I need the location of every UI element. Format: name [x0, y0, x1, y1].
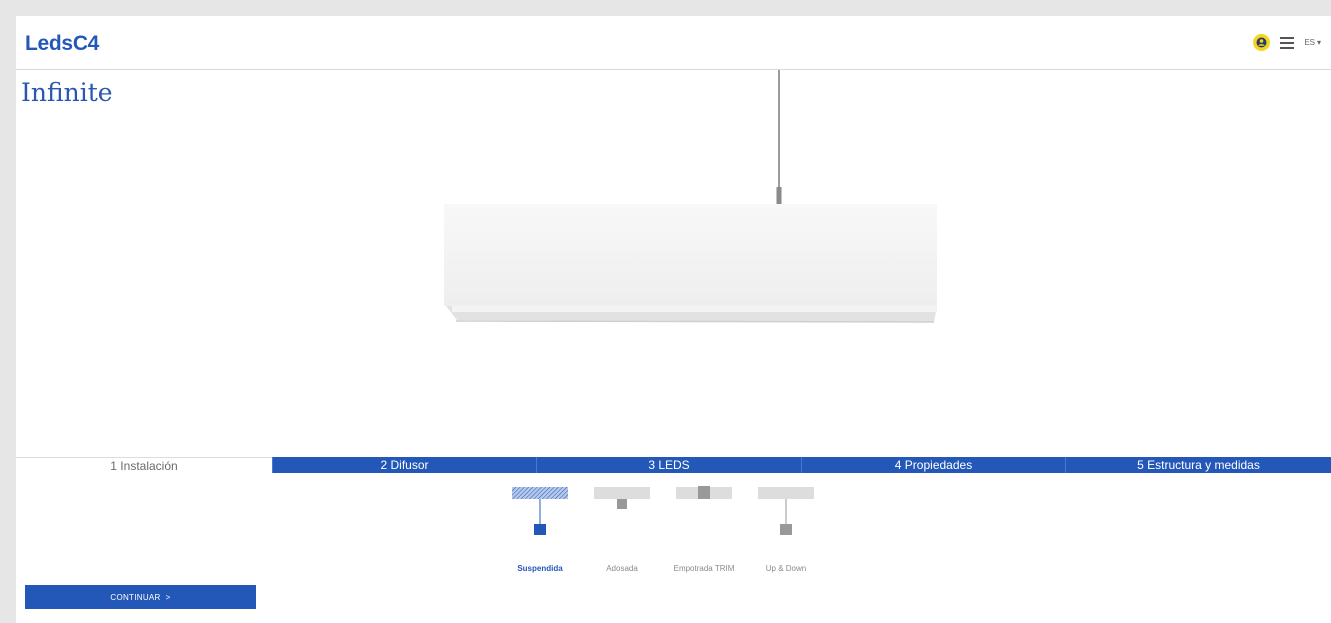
hamburger-menu-icon[interactable]: [1280, 36, 1295, 49]
top-actions: ES ▾: [1253, 34, 1321, 51]
tab-leds[interactable]: 3 LEDS: [536, 457, 801, 473]
option-label: Empotrada TRIM: [673, 564, 735, 573]
continue-button[interactable]: CONTINUAR >: [25, 585, 256, 609]
pendant-lamp-image: [444, 70, 937, 323]
option-label: Up & Down: [765, 564, 807, 573]
language-code: ES: [1304, 38, 1315, 47]
chevron-right-icon: >: [165, 592, 171, 602]
installation-options: Suspendida Adosada Empotrada TRIM Up & D…: [502, 484, 832, 574]
option-suspended[interactable]: Suspendida: [506, 484, 574, 574]
brand-logo[interactable]: LedsC4: [25, 32, 99, 56]
option-label: Adosada: [606, 564, 638, 573]
option-surface[interactable]: Adosada: [588, 484, 656, 574]
recessed-trim-install-icon: [676, 486, 732, 499]
top-bar: LedsC4 ES ▾: [16, 16, 1331, 70]
user-silhouette-icon: [1256, 37, 1267, 48]
configurator-window: LedsC4 ES ▾ Infinite 1 Instalación 2 Dif…: [16, 16, 1331, 623]
up-down-install-icon: [758, 487, 814, 535]
option-up-down[interactable]: Up & Down: [752, 484, 820, 574]
language-selector[interactable]: ES ▾: [1304, 38, 1321, 47]
option-label: Suspendida: [517, 564, 563, 573]
user-account-icon[interactable]: [1253, 34, 1271, 51]
tab-installation[interactable]: 1 Instalación: [16, 457, 272, 473]
configuration-steps-tabs: 1 Instalación 2 Difusor 3 LEDS 4 Propied…: [16, 457, 1331, 473]
option-recessed-trim[interactable]: Empotrada TRIM: [670, 484, 738, 574]
tab-properties[interactable]: 4 Propiedades: [801, 457, 1065, 473]
tab-diffuser[interactable]: 2 Difusor: [272, 457, 536, 473]
continue-label: CONTINUAR: [110, 592, 161, 602]
chevron-down-icon: ▾: [1316, 38, 1321, 47]
tab-structure-measures[interactable]: 5 Estructura y medidas: [1065, 457, 1331, 473]
surface-install-icon: [594, 487, 650, 509]
suspended-install-icon: [512, 487, 568, 535]
